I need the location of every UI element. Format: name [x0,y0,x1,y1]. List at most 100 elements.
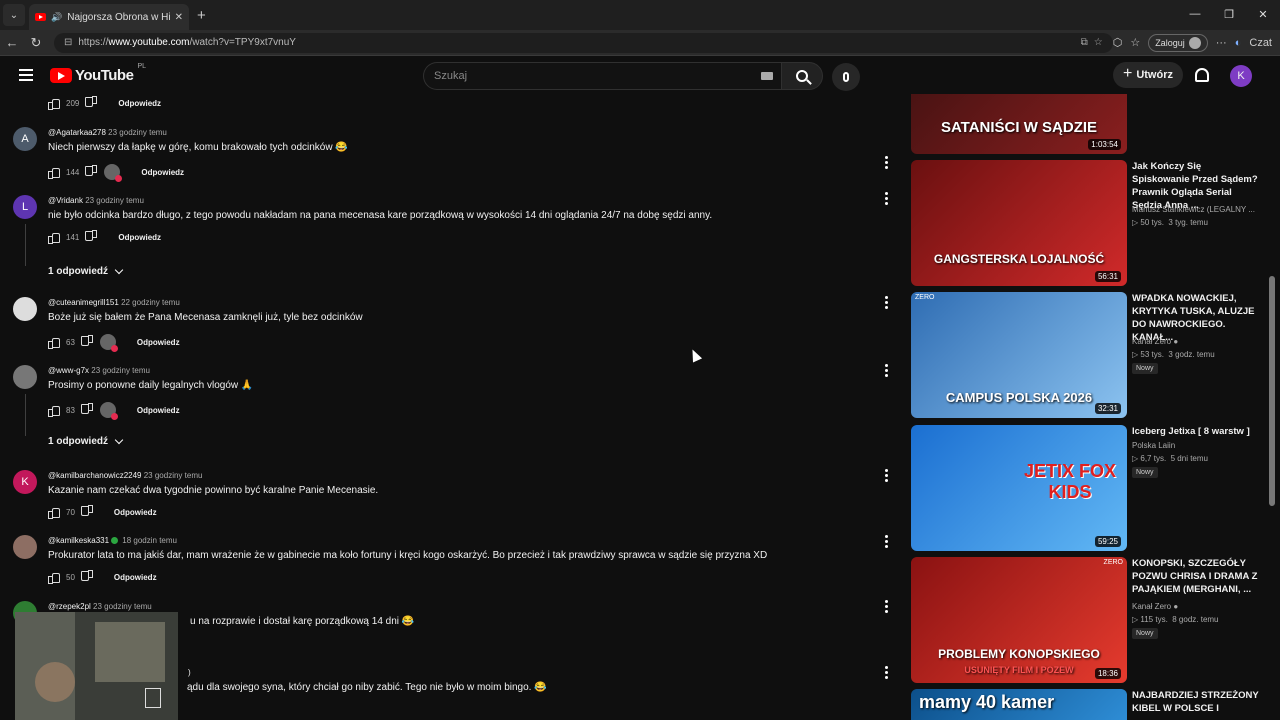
dislike-icon[interactable] [82,405,93,415]
create-button[interactable]: + Utwórz [1113,62,1183,88]
reply-button[interactable]: Odpowiedz [137,338,180,347]
comment-avatar[interactable] [13,535,37,559]
webcam-person [35,662,75,702]
reply-button[interactable]: Odpowiedz [118,99,161,108]
more-options-icon[interactable]: ··· [1216,37,1227,49]
video-thumbnail[interactable]: ZERO CAMPUS POLSKA 2026 32:31 [911,292,1127,418]
comment-avatar[interactable]: A [13,127,37,151]
comment-time[interactable]: 18 godzin temu [122,536,177,545]
video-channel[interactable]: Polska Laiin [1132,441,1175,450]
video-channel[interactable]: Mariusz Stankiewicz (LEGALNY ... [1132,205,1255,214]
like-icon[interactable] [48,232,60,244]
comment-avatar[interactable]: K [13,470,37,494]
comment-menu-icon[interactable] [885,192,889,205]
video-thumbnail[interactable]: JETIX FOX KIDS 59:25 [911,425,1127,551]
dislike-icon[interactable] [82,572,93,582]
reply-button[interactable]: Odpowiedz [141,168,184,177]
copilot-icon[interactable]: ◐ [1235,37,1242,49]
comment-avatar[interactable]: L [13,195,37,219]
comment-author[interactable]: @kamilbarchanowicz2249 [48,471,142,480]
extensions-icon[interactable]: ⬡ [1113,36,1123,49]
browser-tab-active[interactable]: 🔊 Najgorsza Obrona w Historii ✕ [29,4,189,30]
comment-menu-icon[interactable] [885,364,889,377]
comment-time[interactable]: 22 godziny temu [121,298,180,307]
address-bar[interactable]: ⊟ https://www.youtube.com/watch?v=TPY9xt… [53,32,1113,53]
site-info-icon[interactable]: ⊟ [64,37,72,48]
tab-actions-menu-icon[interactable]: ⌄ [3,4,25,26]
video-channel[interactable]: Kanał Zero ● [1132,337,1178,346]
comment-menu-icon[interactable] [885,296,889,309]
chat-label[interactable]: Czat [1249,37,1272,49]
comment-time[interactable]: 23 godziny temu [93,602,152,611]
video-duration: 18:36 [1094,668,1121,679]
comment-author[interactable]: ) [188,668,191,677]
video-title[interactable]: KONOPSKI, SZCZEGÓŁY POZWU CHRISA I DRAMA… [1132,557,1260,596]
comment-time[interactable]: 23 godziny temu [91,366,150,375]
comment-avatar[interactable] [13,297,37,321]
back-icon[interactable]: ← [0,35,24,50]
comment-menu-icon[interactable] [885,469,889,482]
comment-menu-icon[interactable] [885,535,889,548]
video-thumbnail[interactable]: SATANIŚCI W SĄDZIE 1:03:54 [911,94,1127,154]
video-thumbnail[interactable]: mamy 40 kamer [911,689,1127,720]
view-replies-button[interactable]: 1 odpowiedź [48,265,124,277]
view-replies-button[interactable]: 1 odpowiedź [48,435,124,447]
comment-actions: 50 Odpowiedz [48,572,157,584]
dislike-icon[interactable] [82,507,93,517]
video-channel[interactable]: Kanał Zero ● [1132,602,1178,611]
search-button[interactable] [781,62,823,90]
comment-author[interactable]: @www-g7x [48,366,89,375]
new-tab-button[interactable]: + [197,7,206,24]
video-title[interactable]: NAJBARDZIEJ STRZEŻONY KIBEL W POLSCE I [1132,689,1260,715]
youtube-logo[interactable]: YouTube PL [50,63,146,84]
like-icon[interactable] [48,572,60,584]
dislike-icon[interactable] [86,98,97,108]
voice-search-button[interactable] [832,63,860,91]
close-window-icon[interactable]: ✕ [1246,0,1280,28]
like-icon[interactable] [48,98,60,110]
tab-close-icon[interactable]: ✕ [175,12,183,23]
comment-menu-icon[interactable] [885,600,889,613]
comment-avatar[interactable] [13,365,37,389]
favorite-star-icon[interactable]: ☆ [1094,37,1103,48]
reply-button[interactable]: Odpowiedz [118,233,161,242]
like-icon[interactable] [48,167,60,179]
comment-time[interactable]: 23 godziny temu [144,471,203,480]
menu-icon[interactable] [19,69,33,81]
like-icon[interactable] [48,507,60,519]
comment-author[interactable]: @Vridank [48,196,83,205]
comment-time[interactable]: 23 godziny temu [108,128,167,137]
dislike-icon[interactable] [86,167,97,177]
speaker-icon[interactable]: 🔊 [51,12,62,23]
profile-login-button[interactable]: Zaloguj [1148,33,1208,52]
comment-author[interactable]: @rzepek2pl [48,602,91,611]
scrollbar-thumb[interactable] [1269,276,1275,506]
reload-icon[interactable]: ↻ [24,35,48,51]
comment-author[interactable]: @Agatarkaa278 [48,128,106,137]
like-icon[interactable] [48,405,60,417]
comment-author[interactable]: @kamilkeska331 [48,536,109,545]
minimize-icon[interactable]: — [1178,0,1212,28]
video-thumbnail[interactable]: GANGSTERSKA LOJALNOŚĆ 56:31 [911,160,1127,286]
page-scrollbar[interactable] [1268,94,1276,720]
notifications-bell-icon[interactable] [1195,68,1209,82]
reply-button[interactable]: Odpowiedz [114,508,157,517]
video-thumbnail[interactable]: ZERO PROBLEMY KONOPSKIEGO USUNIĘTY FILM … [911,557,1127,683]
video-title[interactable]: Iceberg Jetixa [ 8 warstw ] [1132,425,1260,438]
comment-author[interactable]: @cuteanimegrill151 [48,298,119,307]
search-input[interactable]: Szukaj [423,62,781,90]
keyboard-icon[interactable] [761,72,773,80]
user-avatar[interactable]: K [1230,65,1252,87]
dislike-icon[interactable] [82,337,93,347]
reply-button[interactable]: Odpowiedz [114,573,157,582]
comment-menu-icon[interactable] [885,666,889,679]
creator-heart-icon [99,334,118,352]
dislike-icon[interactable] [86,232,97,242]
comment-menu-icon[interactable] [885,156,889,169]
maximize-icon[interactable]: ❐ [1212,0,1246,28]
app-available-icon[interactable]: ⧉ [1081,37,1088,48]
reply-button[interactable]: Odpowiedz [137,406,180,415]
favorites-icon[interactable]: ☆ [1130,36,1140,49]
comment-time[interactable]: 23 godziny temu [85,196,144,205]
like-icon[interactable] [48,337,60,349]
